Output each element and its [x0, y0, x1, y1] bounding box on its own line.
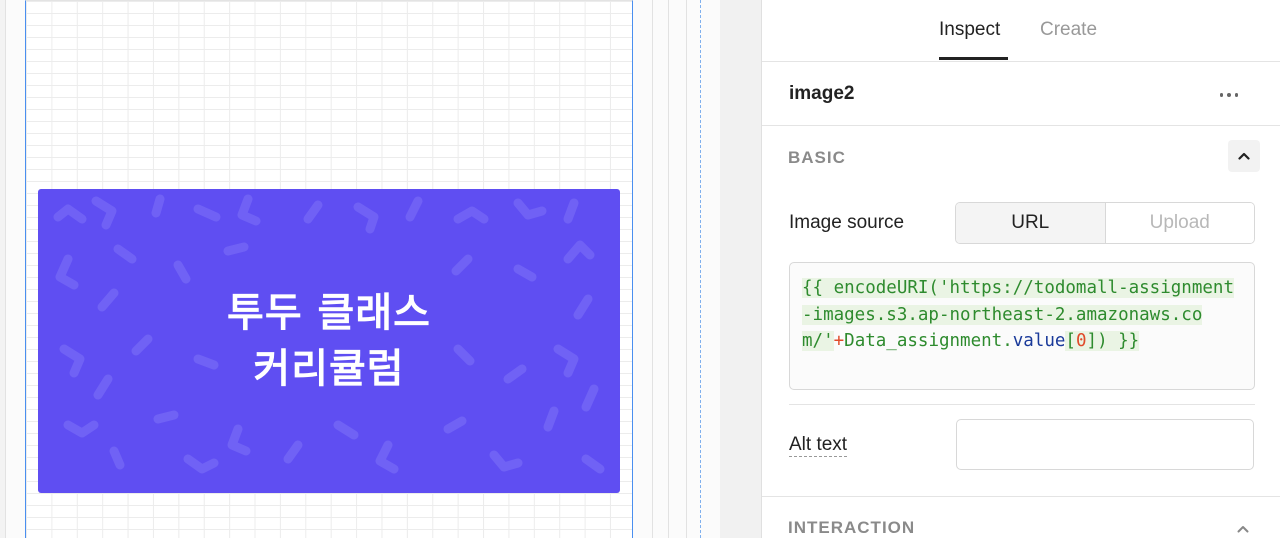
- chevron-up-icon[interactable]: [1237, 520, 1249, 538]
- more-options-icon[interactable]: [1220, 93, 1238, 97]
- code-func: encodeURI(: [833, 278, 939, 298]
- code-bracket-close: ]: [1086, 331, 1098, 351]
- inspector-panel: Inspect Create image2 BASIC Image source…: [762, 0, 1280, 538]
- chevron-up-icon[interactable]: [1228, 140, 1260, 172]
- section-divider: [762, 496, 1280, 497]
- alt-text-label-text: Alt text: [789, 434, 848, 457]
- banner-title-line2: 커리큘럼: [253, 346, 405, 392]
- section-interaction-title[interactable]: INTERACTION: [788, 518, 915, 538]
- code-prop: value: [1012, 331, 1066, 351]
- field-divider: [789, 404, 1255, 405]
- drop-guide-line: [700, 0, 701, 538]
- canvas-left-strip: [0, 0, 6, 538]
- image-source-code-editor[interactable]: {{ encodeURI('https://todomall-assignmen…: [789, 262, 1255, 390]
- tab-create[interactable]: Create: [1040, 19, 1097, 41]
- alt-text-input[interactable]: [956, 419, 1254, 470]
- alt-text-label: Alt text: [789, 434, 848, 457]
- code-plus: +: [833, 331, 845, 351]
- banner-title: 투두 클래스 커리큘럼: [38, 285, 620, 397]
- section-basic-title[interactable]: BASIC: [788, 148, 846, 168]
- code-open: {{: [802, 278, 834, 298]
- component-name[interactable]: image2: [789, 83, 854, 105]
- source-url-option[interactable]: URL: [956, 203, 1106, 243]
- component-header: image2: [762, 62, 1280, 126]
- column-guide: [668, 0, 669, 538]
- source-upload-option[interactable]: Upload: [1105, 203, 1254, 243]
- tab-inspect[interactable]: Inspect: [939, 19, 1000, 41]
- column-guide: [686, 0, 687, 538]
- active-tab-indicator: [939, 57, 1008, 60]
- code-var: Data_assignment.: [844, 331, 1013, 351]
- editor-canvas[interactable]: 투두 클래스 커리큘럼: [0, 0, 720, 538]
- code-close: ) }}: [1097, 331, 1140, 351]
- code-index: 0: [1075, 331, 1087, 351]
- panel-tabs: Inspect Create: [762, 0, 1280, 62]
- code-bracket-open: [: [1065, 331, 1076, 351]
- image-source-toggle[interactable]: URL Upload: [955, 202, 1255, 244]
- banner-title-line1: 투두 클래스: [227, 290, 431, 336]
- image-source-label: Image source: [789, 212, 905, 233]
- app-root: 투두 클래스 커리큘럼 Inspect Create image2 BASIC …: [0, 0, 1280, 538]
- image2-component[interactable]: 투두 클래스 커리큘럼: [38, 189, 620, 493]
- column-guide: [652, 0, 653, 538]
- panel-gutter: [720, 0, 762, 538]
